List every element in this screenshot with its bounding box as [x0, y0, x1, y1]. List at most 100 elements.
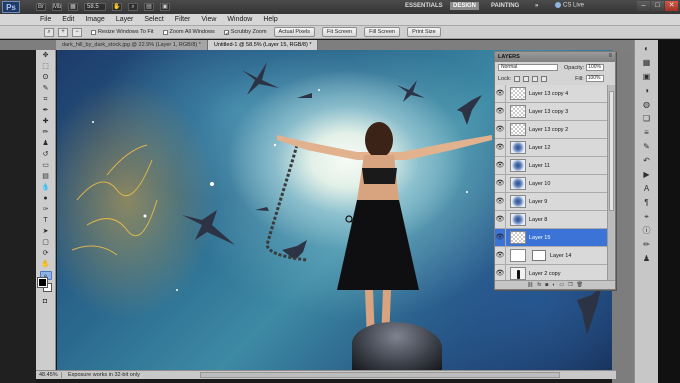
- actual-pixels-button[interactable]: Actual Pixels: [273, 27, 316, 37]
- minibridge-icon[interactable]: Mb: [52, 3, 62, 11]
- navigator-panel-icon[interactable]: ⌖: [641, 212, 653, 222]
- zoom-level-select[interactable]: 58.5: [84, 3, 106, 11]
- channels-panel-icon[interactable]: ≡: [641, 128, 653, 138]
- visibility-eye-icon[interactable]: 👁: [495, 85, 506, 103]
- zoom-out-icon[interactable]: −: [72, 27, 82, 37]
- menu-layer[interactable]: Layer: [116, 16, 134, 23]
- scrubby-zoom-checkbox[interactable]: ✓ Scrubby Zoom: [223, 29, 267, 37]
- status-zoom-field[interactable]: 48.45%: [36, 372, 62, 378]
- layer-row[interactable]: 👁 Layer 13 copy 4: [495, 85, 607, 103]
- actions-panel-icon[interactable]: ▶: [641, 170, 653, 180]
- layers-scrollbar[interactable]: [607, 85, 615, 280]
- zoom-all-windows-checkbox[interactable]: Zoom All Windows: [162, 29, 215, 35]
- resize-windows-checkbox[interactable]: Resize Windows To Fit: [91, 29, 154, 35]
- layer-row[interactable]: 👁 Layer 11: [495, 156, 607, 175]
- visibility-eye-icon[interactable]: 👁: [495, 174, 506, 193]
- swatches-panel-icon[interactable]: ▦: [641, 58, 653, 68]
- layer-row[interactable]: 👁 Layer 8: [495, 210, 607, 229]
- document-tab-untitled[interactable]: Untitled-1 @ 58.5% (Layer 15, RGB/8) *: [207, 40, 319, 50]
- brush-tool-icon[interactable]: ✏: [40, 128, 52, 137]
- menu-file[interactable]: File: [40, 16, 51, 23]
- fill-screen-button[interactable]: Fill Screen: [364, 27, 401, 37]
- quick-select-tool-icon[interactable]: ✎: [40, 84, 52, 93]
- panel-menu-icon[interactable]: ≡: [608, 53, 612, 59]
- visibility-eye-icon[interactable]: 👁: [495, 102, 506, 121]
- layer-row[interactable]: 👁 Layer 14: [495, 246, 607, 265]
- marquee-tool-icon[interactable]: ⬚: [40, 62, 52, 71]
- visibility-eye-icon[interactable]: 👁: [495, 264, 506, 280]
- foreground-color-swatch[interactable]: [37, 277, 48, 288]
- menu-view[interactable]: View: [201, 16, 216, 23]
- pen-tool-icon[interactable]: ✑: [40, 205, 52, 214]
- scrollbar-thumb[interactable]: [609, 91, 614, 211]
- visibility-eye-icon[interactable]: 👁: [495, 138, 506, 157]
- history-panel-icon[interactable]: ↶: [641, 156, 653, 166]
- new-layer-icon[interactable]: ❐: [568, 282, 572, 288]
- clone-source-panel-icon[interactable]: ♟: [641, 254, 653, 264]
- add-mask-icon[interactable]: ◙: [545, 282, 548, 288]
- dodge-tool-icon[interactable]: ●: [40, 194, 52, 203]
- hand-icon[interactable]: ✋: [112, 3, 122, 11]
- workspace-painting[interactable]: PAINTING: [488, 2, 522, 10]
- zoom-icon[interactable]: ⌕: [128, 3, 138, 11]
- workspace-essentials[interactable]: ESSENTIALS: [402, 2, 446, 10]
- visibility-eye-icon[interactable]: 👁: [495, 210, 506, 229]
- menu-help[interactable]: Help: [263, 16, 277, 23]
- arrange-documents-icon[interactable]: ▤: [144, 3, 154, 11]
- lock-transparency-icon[interactable]: [514, 75, 521, 82]
- masks-panel-icon[interactable]: ◍: [641, 100, 653, 110]
- fit-screen-button[interactable]: Fit Screen: [322, 27, 358, 37]
- layer-row[interactable]: 👁 Layer 15: [495, 228, 607, 247]
- visibility-eye-icon[interactable]: 👁: [495, 120, 506, 139]
- path-selection-tool-icon[interactable]: ➤: [40, 227, 52, 236]
- history-brush-tool-icon[interactable]: ↺: [40, 150, 52, 159]
- opacity-field[interactable]: 100%: [586, 64, 605, 71]
- layer-row[interactable]: 👁 Layer 9: [495, 192, 607, 211]
- link-layers-icon[interactable]: ⛓: [527, 282, 533, 288]
- menu-filter[interactable]: Filter: [175, 16, 191, 23]
- info-panel-icon[interactable]: ⓘ: [641, 226, 653, 236]
- visibility-eye-icon[interactable]: 👁: [495, 156, 506, 175]
- eyedropper-tool-icon[interactable]: ✒: [40, 106, 52, 115]
- horizontal-scrollbar[interactable]: [200, 372, 560, 378]
- adjustment-layer-icon[interactable]: ◐: [552, 282, 555, 288]
- layer-row[interactable]: 👁 Layer 10: [495, 174, 607, 193]
- layers-panel-icon[interactable]: ❏: [641, 114, 653, 124]
- menu-window[interactable]: Window: [227, 16, 252, 23]
- new-group-icon[interactable]: ▭: [559, 282, 564, 288]
- document-tab-dark-hill[interactable]: dark_hill_by_dark_stock.jpg @ 22.9% (Lay…: [56, 40, 208, 50]
- blend-mode-select[interactable]: Normal: [498, 64, 558, 71]
- view-extras-icon[interactable]: ▦: [68, 3, 78, 11]
- delete-layer-icon[interactable]: 🗑: [577, 282, 583, 288]
- quick-mask-icon[interactable]: ◘: [39, 297, 51, 306]
- layer-row[interactable]: 👁 Layer 13 copy 2: [495, 120, 607, 139]
- lasso-tool-icon[interactable]: ʘ: [40, 73, 52, 82]
- visibility-eye-icon[interactable]: 👁: [495, 192, 506, 211]
- eraser-tool-icon[interactable]: ▭: [40, 161, 52, 170]
- fill-field[interactable]: 100%: [585, 75, 604, 82]
- brushes-panel-icon[interactable]: ✏: [641, 240, 653, 250]
- layer-mask-thumbnail[interactable]: [532, 250, 546, 261]
- layer-row[interactable]: 👁 Layer 13 copy 3: [495, 102, 607, 121]
- styles-panel-icon[interactable]: ▣: [641, 72, 653, 82]
- shape-tool-icon[interactable]: ▢: [40, 238, 52, 247]
- visibility-eye-icon[interactable]: 👁: [495, 246, 506, 265]
- healing-tool-icon[interactable]: ✚: [40, 117, 52, 126]
- crop-tool-icon[interactable]: ⌗: [40, 95, 52, 104]
- cs-live-button[interactable]: CS Live: [555, 2, 584, 9]
- bridge-icon[interactable]: Br: [36, 3, 46, 11]
- workspace-more-icon[interactable]: »: [532, 2, 541, 10]
- character-panel-icon[interactable]: A: [641, 184, 653, 194]
- 3d-tool-icon[interactable]: ⟳: [40, 249, 52, 258]
- zoom-in-icon[interactable]: +: [58, 27, 68, 37]
- maximize-icon[interactable]: □: [651, 1, 664, 11]
- visibility-eye-icon[interactable]: 👁: [495, 228, 506, 247]
- layer-row[interactable]: 👁 Layer 12: [495, 138, 607, 157]
- color-panel-icon[interactable]: ◐: [641, 44, 653, 54]
- hand-tool-icon[interactable]: ✋: [40, 260, 52, 269]
- clone-stamp-tool-icon[interactable]: ♟: [40, 139, 52, 148]
- print-size-button[interactable]: Print Size: [407, 27, 441, 37]
- lock-position-icon[interactable]: [532, 75, 539, 82]
- blur-tool-icon[interactable]: 💧: [40, 183, 52, 192]
- move-tool-icon[interactable]: ✥: [40, 51, 52, 60]
